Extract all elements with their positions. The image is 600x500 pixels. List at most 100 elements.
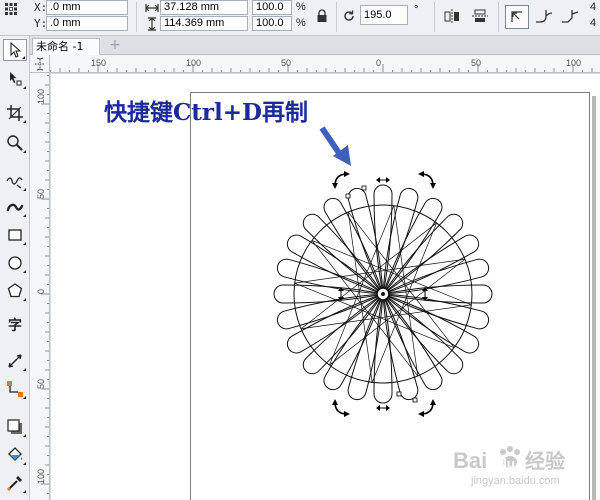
artistic-media-tool[interactable]	[3, 196, 27, 218]
text-tool[interactable]: 字	[3, 314, 27, 336]
scale-x-field[interactable]: 100.0	[252, 0, 292, 15]
corner-chamfer-button[interactable]	[560, 6, 580, 26]
ruler-label: 100	[566, 58, 581, 68]
zoom-tool[interactable]	[3, 132, 27, 154]
horizontal-ruler[interactable]: 150 100 50 0 50 100	[50, 55, 600, 73]
width-icon	[143, 0, 161, 16]
property-bar: X: .0 mm Y: .0 mm 37.128 mm 114.369 mm 1…	[0, 0, 600, 36]
ruler-label: 50	[36, 189, 46, 199]
spirograph-flower-drawing[interactable]	[51, 74, 600, 500]
polygon-tool[interactable]	[3, 280, 27, 302]
corner-chamfer-icon	[562, 10, 579, 23]
ellipse-tool[interactable]	[3, 252, 27, 274]
magnifier-icon	[7, 135, 23, 151]
mirror-horizontal-icon	[444, 9, 459, 23]
brush-stroke-icon	[6, 203, 24, 212]
petal	[382, 293, 419, 401]
watermark-bai: Bai	[453, 448, 487, 473]
node-handle	[345, 193, 351, 199]
ruler-label: 150	[91, 58, 106, 68]
connector-tool[interactable]	[3, 378, 27, 400]
rotate-handle	[418, 171, 436, 189]
rectangle-icon	[8, 229, 22, 241]
freehand-tool[interactable]	[3, 170, 27, 192]
height-field[interactable]: 114.369 mm	[160, 16, 248, 31]
eyedropper-icon	[7, 476, 22, 491]
skew-handle	[376, 405, 390, 411]
crop-icon	[7, 105, 23, 121]
eyedropper-tool[interactable]	[3, 472, 27, 494]
petal	[302, 293, 384, 375]
height-icon	[143, 16, 161, 32]
petal	[382, 234, 480, 295]
ruler-origin[interactable]	[30, 55, 50, 73]
ruler-label: 0	[36, 289, 46, 294]
petal	[382, 293, 464, 375]
ruler-label: 100	[186, 58, 201, 68]
ruler-label: 100	[36, 89, 46, 104]
lock-ratio-button[interactable]	[312, 6, 332, 26]
watermark-jingyan: 经验	[525, 449, 565, 473]
shape-tool[interactable]	[3, 68, 27, 90]
dimension-icon	[8, 354, 22, 368]
petal	[382, 293, 443, 391]
rotation-center-marker[interactable]	[376, 287, 390, 301]
node-edit-icon	[10, 72, 22, 86]
separator	[434, 2, 435, 32]
scale-y-unit: %	[296, 17, 306, 29]
new-document-tab-button[interactable]: +	[106, 38, 124, 54]
rotation-angle-field[interactable]: 195.0	[360, 5, 408, 25]
ruler-label: 0	[376, 58, 381, 68]
crop-tool[interactable]	[3, 102, 27, 124]
degree-unit: °	[414, 4, 419, 16]
petal	[276, 293, 384, 330]
freehand-icon	[6, 177, 23, 189]
rotate-handle	[332, 399, 350, 417]
node-handle	[396, 391, 402, 397]
connector-icon	[7, 381, 23, 397]
petal	[347, 187, 384, 295]
mirror-vertical-icon	[472, 9, 488, 22]
corner-round-button[interactable]	[534, 6, 554, 26]
dimension-tool[interactable]	[3, 350, 27, 372]
petal	[302, 213, 384, 295]
baidu-watermark: Bai du 经验 jingyan.baidu.com	[453, 446, 565, 487]
fill-tool[interactable]	[3, 444, 27, 466]
vertical-ruler[interactable]: 100 50 0 50 100	[30, 73, 50, 500]
ruler-label: 50	[36, 379, 46, 389]
petal	[286, 293, 384, 354]
ruler-origin-icon	[35, 57, 45, 71]
document-tab-bar: 未命名 -1 +	[30, 36, 600, 55]
toolbox: 字	[0, 36, 30, 500]
corner-radius-value-bottom: 4	[590, 17, 597, 29]
mirror-horizontal-button[interactable]	[442, 6, 462, 26]
paint-bucket-icon	[8, 447, 23, 461]
watermark-url: jingyan.baidu.com	[470, 475, 560, 487]
drawing-canvas[interactable]: 快捷键Ctrl+D再制 Bai du 经验 jingyan.baidu.com	[51, 74, 600, 500]
drop-shadow-tool[interactable]	[3, 416, 27, 438]
rotate-handle	[418, 399, 436, 417]
petal	[382, 258, 490, 295]
drop-shadow-icon	[7, 419, 22, 434]
object-origin-grid-icon[interactable]	[2, 1, 20, 17]
ruler-label: 50	[471, 58, 481, 68]
text-tool-glyph: 字	[8, 318, 22, 334]
mirror-vertical-button[interactable]	[470, 6, 490, 26]
document-tab[interactable]: 未命名 -1	[32, 38, 100, 55]
petal	[323, 197, 384, 295]
lock-icon	[317, 9, 327, 22]
x-position-field[interactable]: .0 mm	[46, 0, 128, 15]
ruler-label: 100	[36, 469, 46, 484]
pick-tool[interactable]	[3, 39, 27, 61]
separator	[136, 2, 137, 32]
ruler-label: 50	[281, 58, 291, 68]
arrow-pointer-icon	[10, 42, 22, 58]
ellipse-icon	[8, 256, 22, 270]
width-field[interactable]: 37.128 mm	[160, 0, 248, 15]
corner-scallop-button[interactable]	[505, 5, 529, 29]
y-position-field[interactable]: .0 mm	[46, 16, 128, 31]
petal	[382, 213, 464, 295]
scale-y-field[interactable]: 100.0	[252, 16, 292, 31]
scale-x-unit: %	[296, 1, 306, 13]
rectangle-tool[interactable]	[3, 224, 27, 246]
